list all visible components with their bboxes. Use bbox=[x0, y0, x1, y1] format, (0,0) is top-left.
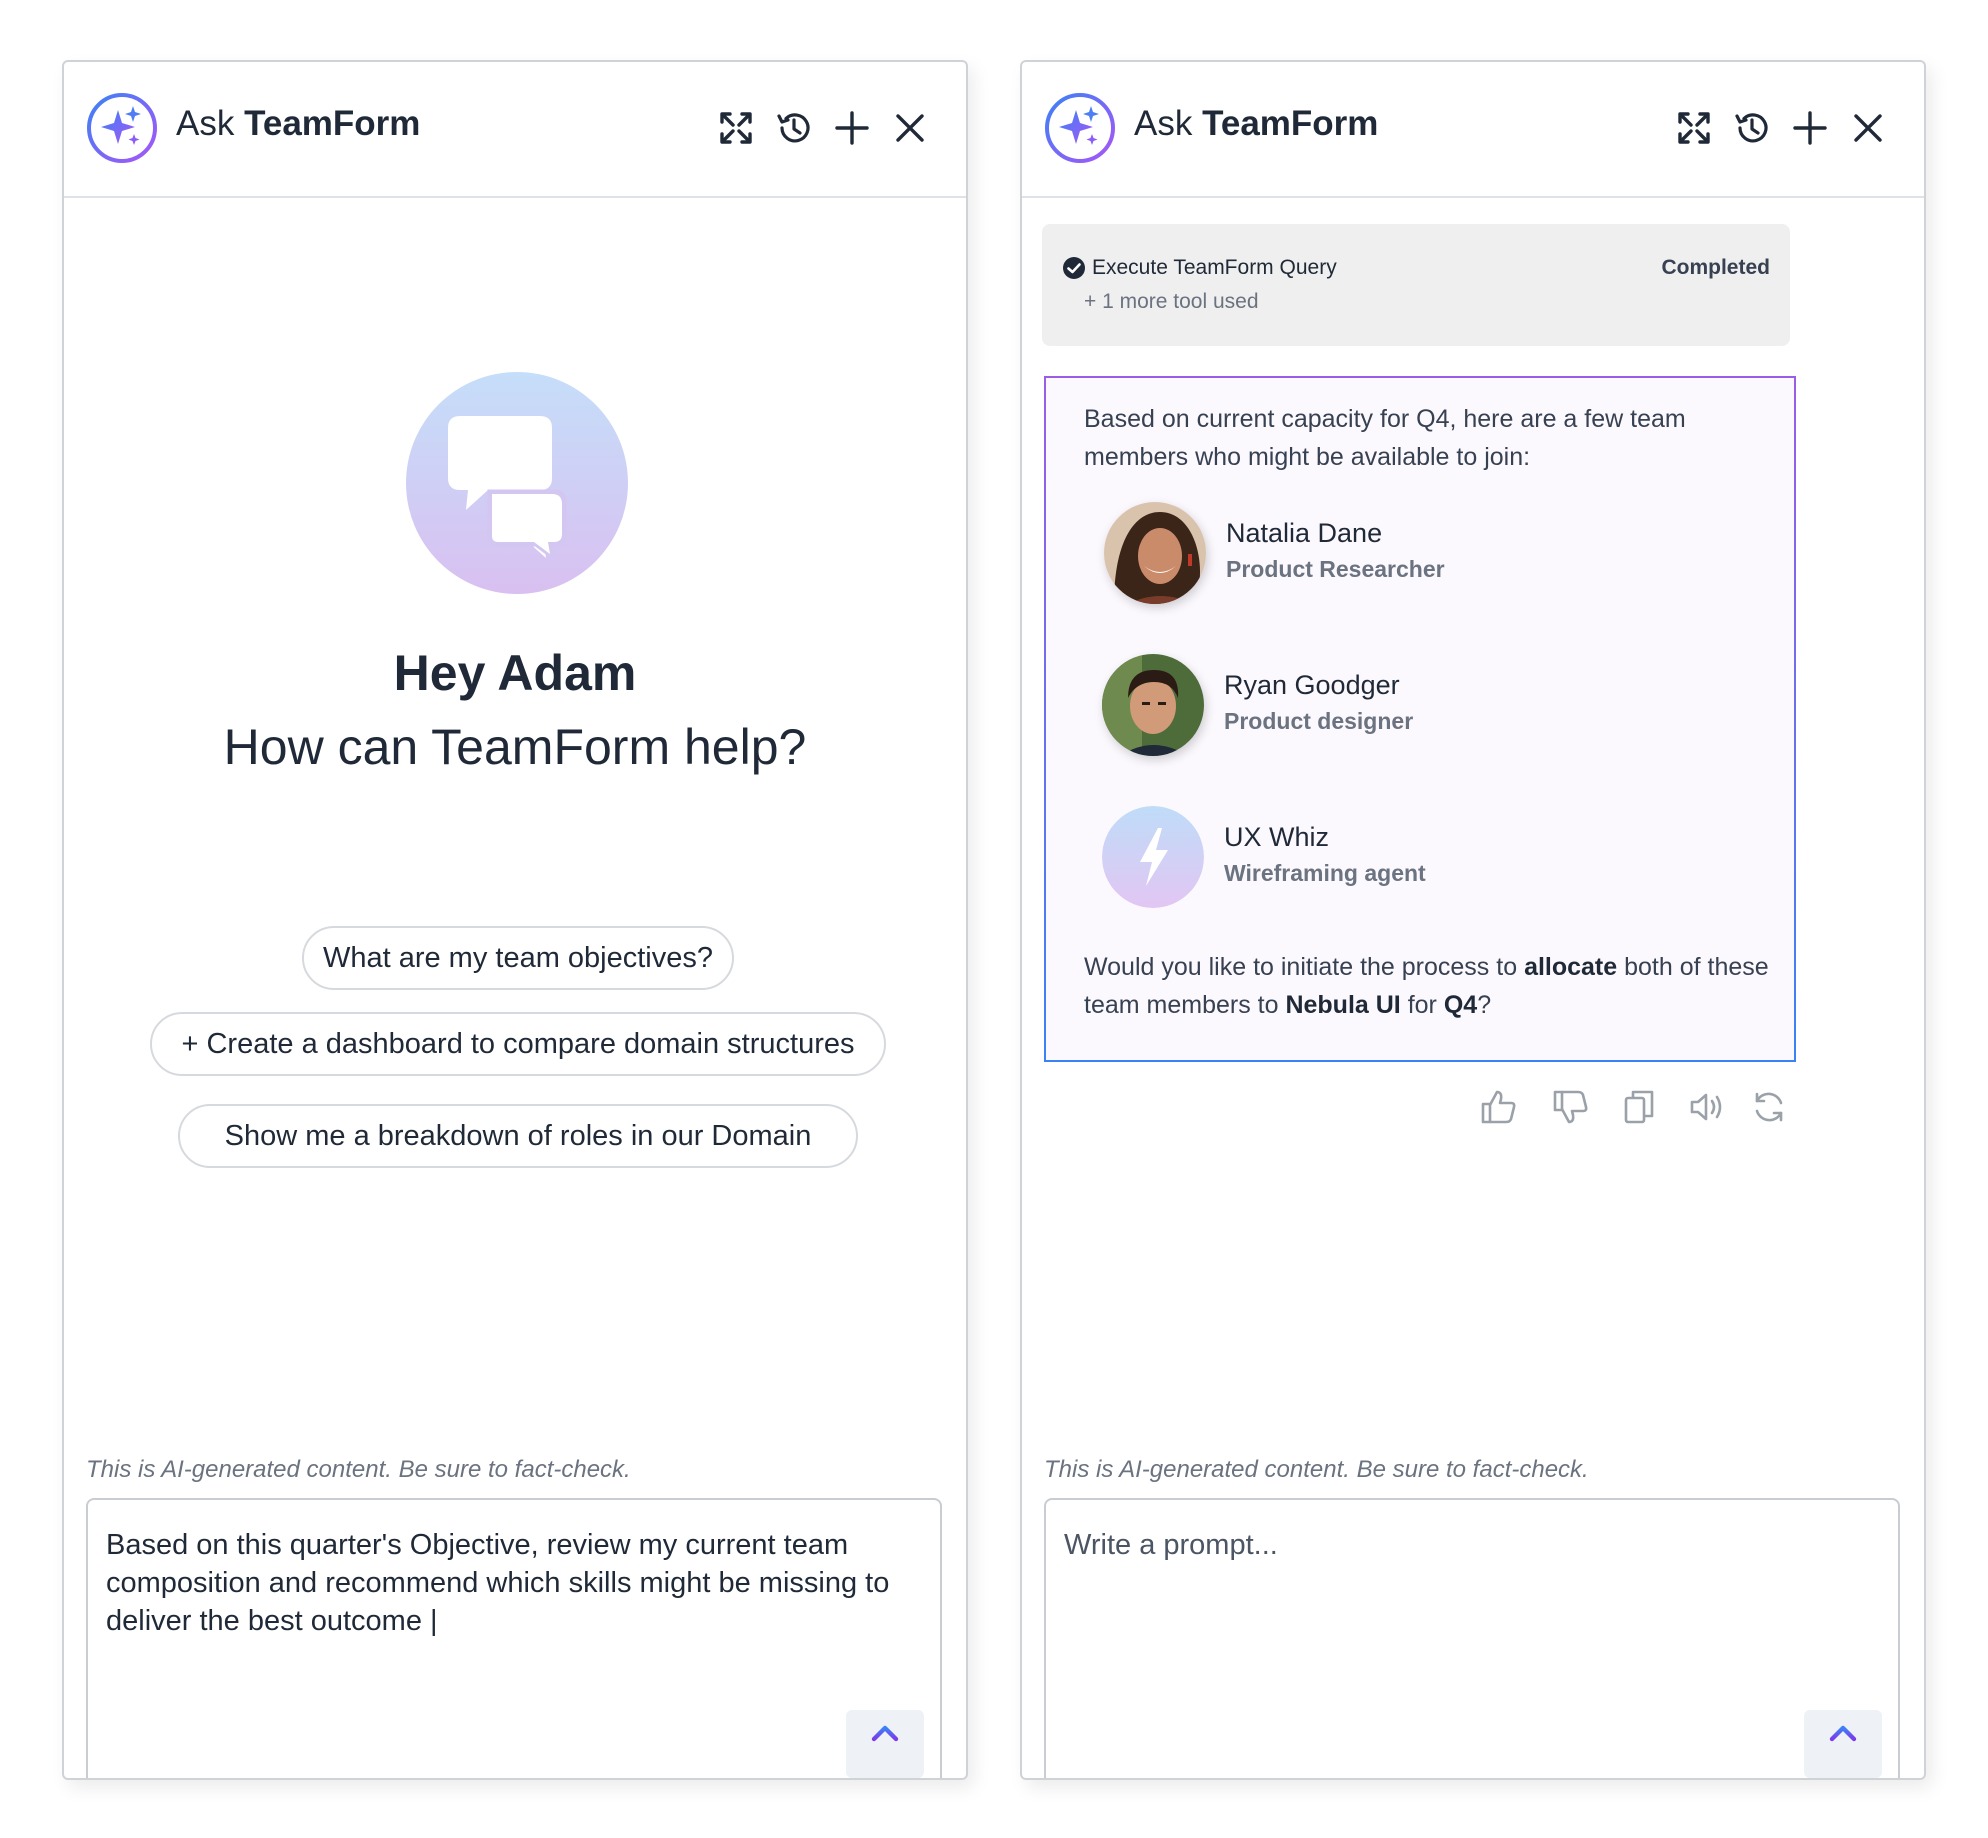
copy-icon[interactable] bbox=[1618, 1086, 1660, 1128]
history-icon[interactable] bbox=[774, 108, 814, 148]
member-card[interactable]: Ryan Goodger Product designer bbox=[1102, 654, 1704, 758]
prompt-input[interactable]: Based on this quarter's Objective, revie… bbox=[86, 1498, 942, 1778]
arrow-up-icon bbox=[1829, 1725, 1857, 1764]
chat-bubbles-icon bbox=[406, 372, 628, 594]
suggestion-chip-dashboard[interactable]: + Create a dashboard to compare domain s… bbox=[150, 1012, 886, 1076]
tool-name: Execute TeamForm Query bbox=[1092, 256, 1337, 279]
sparkle-logo-icon bbox=[86, 92, 158, 164]
member-name: UX Whiz bbox=[1224, 822, 1330, 852]
suggestion-chip-roles[interactable]: Show me a breakdown of roles in our Doma… bbox=[178, 1104, 858, 1168]
tool-usage-card[interactable]: Execute TeamForm Query + 1 more tool use… bbox=[1042, 224, 1790, 346]
check-circle-icon bbox=[1063, 257, 1085, 279]
prompt-placeholder[interactable]: Write a prompt... bbox=[1064, 1526, 1884, 1564]
ai-disclaimer: This is AI-generated content. Be sure to… bbox=[86, 1456, 631, 1483]
prompt-input-text[interactable]: Based on this quarter's Objective, revie… bbox=[106, 1526, 926, 1640]
chat-header: Ask TeamForm bbox=[64, 62, 966, 198]
thumbs-up-icon[interactable] bbox=[1478, 1086, 1520, 1128]
member-name: Natalia Dane bbox=[1226, 518, 1383, 548]
prompt-input[interactable]: Write a prompt... bbox=[1044, 1498, 1900, 1778]
close-icon[interactable] bbox=[1848, 108, 1888, 148]
arrow-up-icon bbox=[871, 1725, 899, 1764]
send-button[interactable] bbox=[1804, 1710, 1882, 1778]
chat-panel-response: Ask TeamForm Execute TeamForm Query + 1 … bbox=[1020, 60, 1926, 1780]
member-role: Wireframing agent bbox=[1224, 860, 1426, 886]
chat-header: Ask TeamForm bbox=[1022, 62, 1924, 198]
expand-icon[interactable] bbox=[1674, 108, 1714, 148]
member-role: Product Researcher bbox=[1226, 556, 1445, 582]
greeting-subtitle: How can TeamForm help? bbox=[223, 719, 807, 775]
member-role: Product designer bbox=[1224, 708, 1414, 734]
plus-icon[interactable] bbox=[832, 108, 872, 148]
avatar bbox=[1102, 654, 1204, 756]
chat-title: Ask TeamForm bbox=[1134, 104, 1379, 143]
chat-title: Ask TeamForm bbox=[176, 104, 421, 143]
response-outro: Would you like to initiate the process t… bbox=[1084, 953, 1769, 1019]
sparkle-logo-icon bbox=[1044, 92, 1116, 164]
tool-more-count: + 1 more tool used bbox=[1084, 290, 1259, 313]
history-icon[interactable] bbox=[1732, 108, 1772, 148]
avatar bbox=[1104, 502, 1206, 604]
send-button[interactable] bbox=[846, 1710, 924, 1778]
close-icon[interactable] bbox=[890, 108, 930, 148]
greeting-name: Hey Adam bbox=[393, 645, 637, 701]
member-name: Ryan Goodger bbox=[1224, 670, 1400, 700]
refresh-icon[interactable] bbox=[1748, 1086, 1790, 1128]
plus-icon[interactable] bbox=[1790, 108, 1830, 148]
suggestion-chip-objectives[interactable]: What are my team objectives? bbox=[302, 926, 734, 990]
chat-panel-welcome: Ask TeamForm Hey Adam How can TeamForm h… bbox=[62, 60, 968, 1780]
member-card[interactable]: UX Whiz Wireframing agent bbox=[1102, 806, 1704, 910]
tool-status: Completed bbox=[1661, 256, 1770, 279]
expand-icon[interactable] bbox=[716, 108, 756, 148]
ai-disclaimer: This is AI-generated content. Be sure to… bbox=[1044, 1456, 1589, 1483]
member-card[interactable]: Natalia Dane Product Researcher bbox=[1104, 502, 1704, 606]
response-intro: Based on current capacity for Q4, here a… bbox=[1084, 405, 1686, 471]
speaker-icon[interactable] bbox=[1686, 1086, 1728, 1128]
assistant-response: Based on current capacity for Q4, here a… bbox=[1044, 376, 1796, 1062]
lightning-agent-icon bbox=[1102, 806, 1204, 908]
thumbs-down-icon[interactable] bbox=[1550, 1086, 1592, 1128]
